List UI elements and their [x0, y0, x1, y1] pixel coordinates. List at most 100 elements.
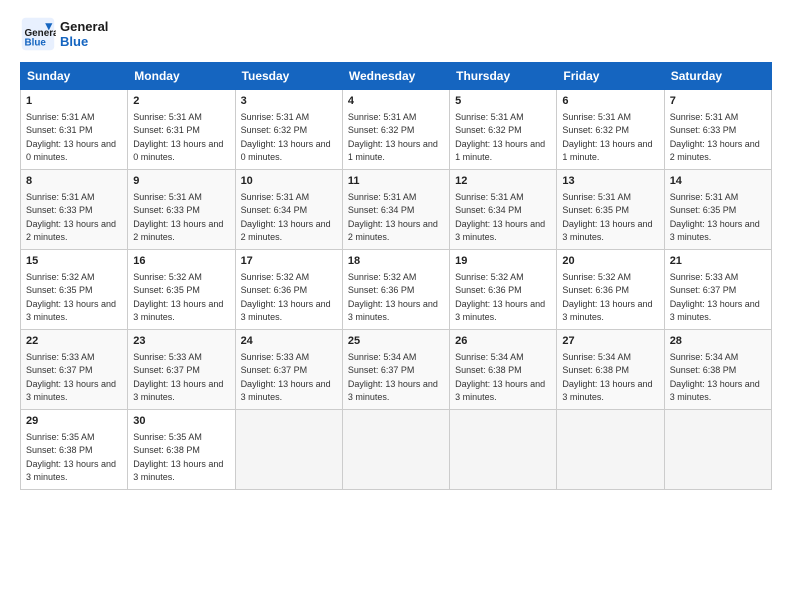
week-row-3: 15Sunrise: 5:32 AMSunset: 6:35 PMDayligh…: [21, 250, 772, 330]
day-info: Sunrise: 5:34 AMSunset: 6:38 PMDaylight:…: [562, 351, 658, 405]
calendar-cell: 12Sunrise: 5:31 AMSunset: 6:34 PMDayligh…: [450, 170, 557, 250]
week-row-1: 1Sunrise: 5:31 AMSunset: 6:31 PMDaylight…: [21, 90, 772, 170]
day-info: Sunrise: 5:31 AM Sunset: 6:35 PM Daylight:…: [670, 191, 766, 245]
week-row-2: 8Sunrise: 5:31 AMSunset: 6:33 PMDaylight…: [21, 170, 772, 250]
sunset-label: Sunset: 6:36 PM: [562, 285, 629, 295]
day-number: 24: [241, 334, 337, 350]
calendar-cell: [664, 410, 771, 490]
day-number: 28: [670, 334, 766, 350]
sunset-label: Sunset: 6:37 PM: [348, 365, 415, 375]
day-number: 9: [133, 174, 229, 190]
sunrise-label: Sunrise: 5:31 AM: [348, 112, 417, 122]
calendar-cell: 27Sunrise: 5:34 AMSunset: 6:38 PMDayligh…: [557, 330, 664, 410]
day-info: Sunrise: 5:35 AMSunset: 6:38 PMDaylight:…: [26, 431, 122, 485]
calendar-cell: 10Sunrise: 5:31 AMSunset: 6:34 PMDayligh…: [235, 170, 342, 250]
sunrise-label: Sunrise: 5:34 AM: [562, 352, 631, 362]
calendar-cell: 5Sunrise: 5:31 AMSunset: 6:32 PMDaylight…: [450, 90, 557, 170]
logo: General Blue General Blue: [20, 16, 108, 52]
day-info: Sunrise: 5:31 AMSunset: 6:31 PMDaylight:…: [26, 111, 122, 165]
day-number: 11: [348, 174, 444, 190]
logo-blue: Blue: [60, 34, 108, 49]
sunrise-label: Sunrise: 5:34 AM: [670, 352, 739, 362]
weekday-row: SundayMondayTuesdayWednesdayThursdayFrid…: [21, 63, 772, 90]
day-info: Sunrise: 5:32 AM Sunset: 6:36 PM Daylight:…: [348, 271, 444, 325]
daylight-label: Daylight: 13 hours and 3 minutes.: [562, 299, 652, 323]
daylight-label: Daylight: 13 hours and 3 minutes.: [26, 459, 116, 483]
sunset-label: Sunset: 6:33 PM: [133, 205, 200, 215]
calendar-cell: 20Sunrise: 5:32 AMSunset: 6:36 PMDayligh…: [557, 250, 664, 330]
sunrise-label: Sunrise: 5:31 AM: [241, 112, 310, 122]
day-info: Sunrise: 5:31 AMSunset: 6:31 PMDaylight:…: [133, 111, 229, 165]
day-info: Sunrise: 5:31 AMSunset: 6:33 PMDaylight:…: [26, 191, 122, 245]
sunrise-label: Sunrise: 5:31 AM: [455, 112, 524, 122]
sunset-label: Sunset: 6:38 PM: [562, 365, 629, 375]
daylight-label: Daylight: 13 hours and 2 minutes.: [348, 219, 438, 243]
weekday-header-sunday: Sunday: [21, 63, 128, 90]
calendar-cell: 19Sunrise: 5:32 AMSunset: 6:36 PMDayligh…: [450, 250, 557, 330]
sunrise-label: Sunrise: 5:33 AM: [241, 352, 310, 362]
week-row-5: 29Sunrise: 5:35 AMSunset: 6:38 PMDayligh…: [21, 410, 772, 490]
day-number: 25: [348, 334, 444, 350]
sunrise-label: Sunrise: 5:34 AM: [455, 352, 524, 362]
day-number: 29: [26, 414, 122, 430]
daylight-label: Daylight: 13 hours and 3 minutes.: [241, 299, 331, 323]
daylight-label: Daylight: 13 hours and 2 minutes.: [241, 219, 331, 243]
sunrise-label: Sunrise: 5:32 AM: [133, 272, 202, 282]
day-info: Sunrise: 5:33 AMSunset: 6:37 PMDaylight:…: [670, 271, 766, 325]
daylight-label: Daylight: 13 hours and 3 minutes.: [133, 299, 223, 323]
sunset-label: Sunset: 6:31 PM: [26, 125, 93, 135]
day-info: Sunrise: 5:34 AM Sunset: 6:38 PM Daylight:…: [455, 351, 551, 405]
sunrise-label: Sunrise: 5:32 AM: [348, 272, 417, 282]
sunset-label: Sunset: 6:33 PM: [26, 205, 93, 215]
daylight-label: Daylight: 13 hours and 3 minutes.: [26, 299, 116, 323]
sunrise-label: Sunrise: 5:31 AM: [562, 192, 631, 202]
calendar-cell: 1Sunrise: 5:31 AMSunset: 6:31 PMDaylight…: [21, 90, 128, 170]
week-row-4: 22Sunrise: 5:33 AMSunset: 6:37 PMDayligh…: [21, 330, 772, 410]
sunset-label: Sunset: 6:36 PM: [348, 285, 415, 295]
day-number: 19: [455, 254, 551, 270]
sunset-label: Sunset: 6:38 PM: [133, 445, 200, 455]
daylight-label: Daylight: 13 hours and 1 minute.: [348, 139, 438, 163]
sunrise-label: Sunrise: 5:33 AM: [670, 272, 739, 282]
daylight-label: Daylight: 13 hours and 1 minute.: [455, 139, 545, 163]
header: General Blue General Blue: [20, 16, 772, 52]
calendar-cell: [450, 410, 557, 490]
day-info: Sunrise: 5:31 AM Sunset: 6:32 PM Daylight:…: [348, 111, 444, 165]
sunrise-label: Sunrise: 5:31 AM: [133, 112, 202, 122]
logo-general: General: [60, 19, 108, 34]
sunrise-label: Sunrise: 5:35 AM: [133, 432, 202, 442]
calendar-cell: 22Sunrise: 5:33 AMSunset: 6:37 PMDayligh…: [21, 330, 128, 410]
day-number: 18: [348, 254, 444, 270]
daylight-label: Daylight: 13 hours and 3 minutes.: [348, 299, 438, 323]
sunrise-label: Sunrise: 5:35 AM: [26, 432, 95, 442]
daylight-label: Daylight: 13 hours and 3 minutes.: [670, 219, 760, 243]
calendar-cell: 3Sunrise: 5:31 AMSunset: 6:32 PMDaylight…: [235, 90, 342, 170]
daylight-label: Daylight: 13 hours and 3 minutes.: [348, 379, 438, 403]
day-info: Sunrise: 5:32 AMSunset: 6:35 PMDaylight:…: [26, 271, 122, 325]
calendar-table: SundayMondayTuesdayWednesdayThursdayFrid…: [20, 62, 772, 490]
sunset-label: Sunset: 6:38 PM: [670, 365, 737, 375]
daylight-label: Daylight: 13 hours and 3 minutes.: [455, 379, 545, 403]
day-info: Sunrise: 5:32 AMSunset: 6:36 PMDaylight:…: [455, 271, 551, 325]
day-number: 7: [670, 94, 766, 110]
day-info: Sunrise: 5:32 AMSunset: 6:36 PMDaylight:…: [562, 271, 658, 325]
sunset-label: Sunset: 6:38 PM: [455, 365, 522, 375]
sunset-label: Sunset: 6:36 PM: [455, 285, 522, 295]
daylight-label: Daylight: 13 hours and 3 minutes.: [26, 379, 116, 403]
calendar-cell: 18 Sunrise: 5:32 AM Sunset: 6:36 PM Dayligh…: [342, 250, 449, 330]
sunrise-label: Sunrise: 5:31 AM: [670, 192, 739, 202]
calendar-cell: 8Sunrise: 5:31 AMSunset: 6:33 PMDaylight…: [21, 170, 128, 250]
day-info: Sunrise: 5:31 AMSunset: 6:32 PMDaylight:…: [241, 111, 337, 165]
day-number: 21: [670, 254, 766, 270]
sunset-label: Sunset: 6:37 PM: [26, 365, 93, 375]
daylight-label: Daylight: 13 hours and 3 minutes.: [241, 379, 331, 403]
day-number: 15: [26, 254, 122, 270]
calendar-cell: 9Sunrise: 5:31 AMSunset: 6:33 PMDaylight…: [128, 170, 235, 250]
calendar-cell: 14Sunrise: 5:31 AMSunset: 6:35 PMDayligh…: [664, 170, 771, 250]
day-number: 22: [26, 334, 122, 350]
sunset-label: Sunset: 6:32 PM: [348, 125, 415, 135]
day-info: Sunrise: 5:33 AMSunset: 6:37 PMDaylight:…: [26, 351, 122, 405]
sunset-label: Sunset: 6:35 PM: [670, 205, 737, 215]
weekday-header-wednesday: Wednesday: [342, 63, 449, 90]
sunrise-label: Sunrise: 5:31 AM: [241, 192, 310, 202]
